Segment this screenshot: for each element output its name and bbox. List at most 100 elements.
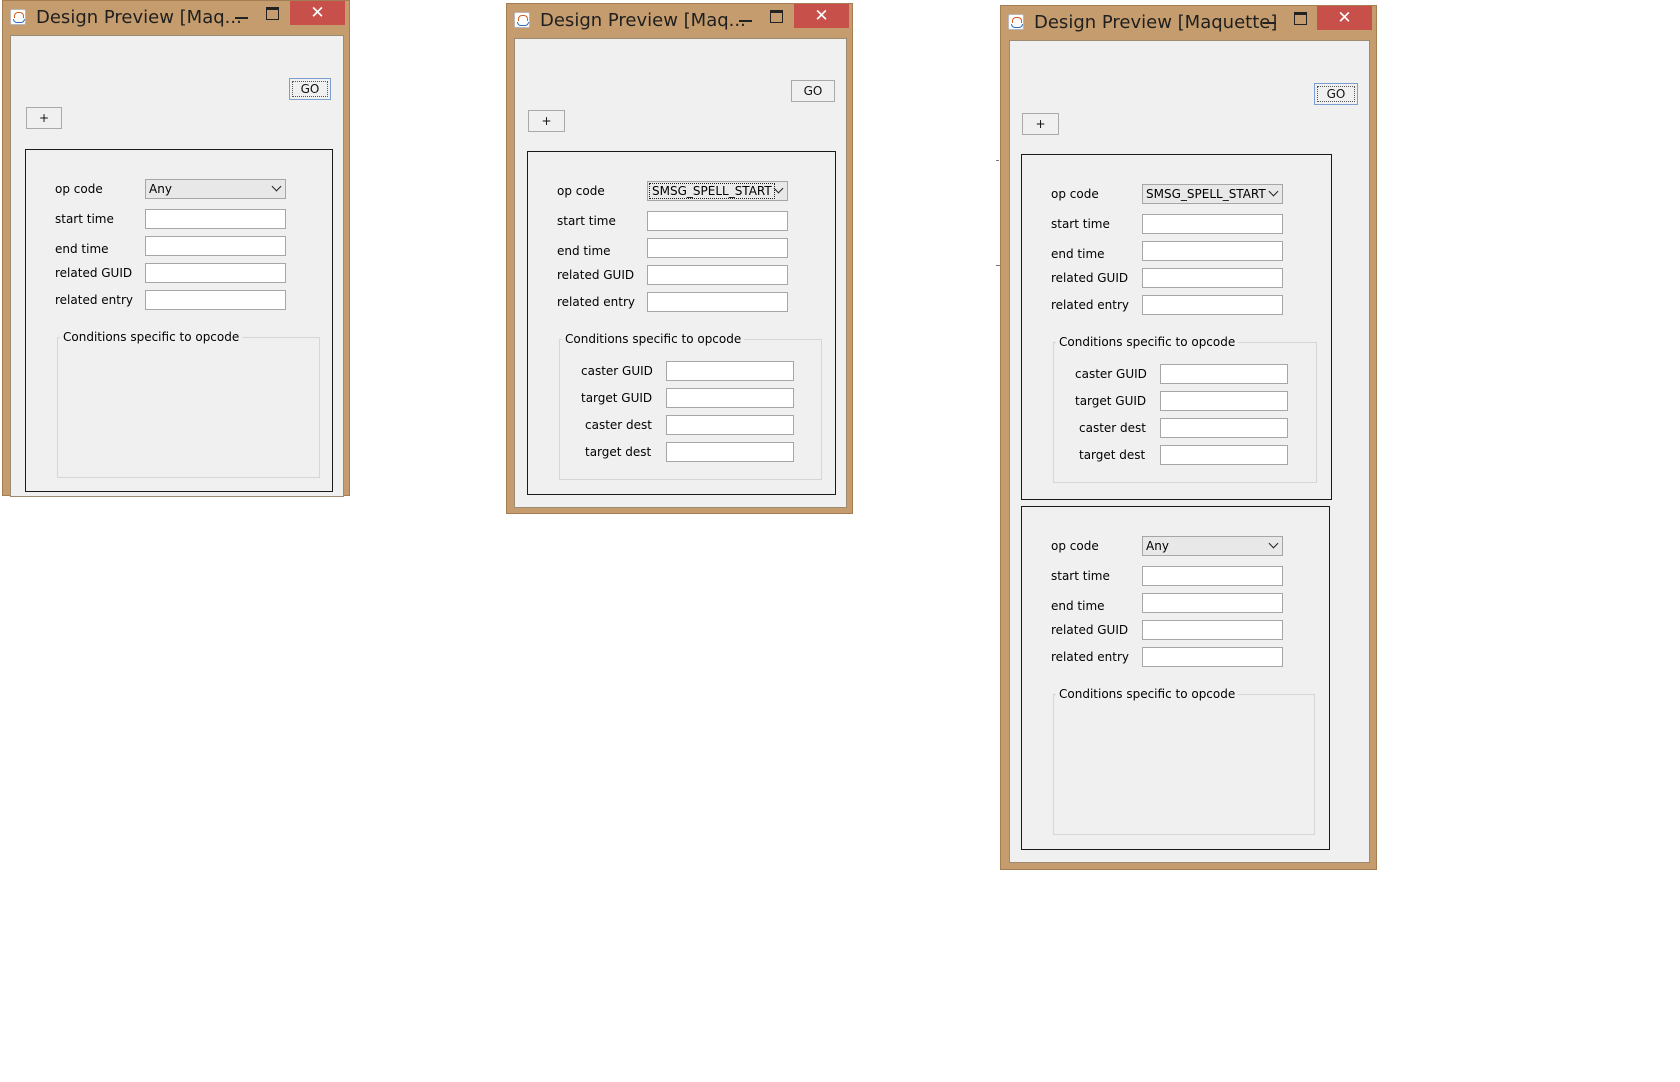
end-time-field[interactable] [145,236,286,256]
related-entry-label: related entry [1051,298,1129,312]
design-preview-window-2: Design Preview [Maq... ✕ GO + op code SM… [506,3,853,514]
window-content: GO + op code SMSG_SPELL_START start time… [514,38,847,508]
minimize-icon[interactable] [729,4,761,28]
minimize-icon[interactable] [225,1,257,25]
op-code-value: SMSG_SPELL_START [649,183,775,199]
go-button[interactable]: GO [791,80,835,102]
title-bar[interactable]: Design Preview [Maq... ✕ [507,4,852,36]
conditions-title: Conditions specific to opcode [562,332,745,346]
design-preview-window-1: Design Preview [Maq... ✕ GO + op code An… [2,0,350,497]
start-time-field[interactable] [1142,214,1283,234]
op-code-label: op code [1051,539,1099,553]
related-entry-field[interactable] [1142,295,1283,315]
java-app-icon [514,12,530,28]
op-code-label: op code [1051,187,1099,201]
start-time-label: start time [557,214,616,228]
filter-panel: op code SMSG_SPELL_START start time end … [527,151,836,495]
end-time-label: end time [1051,599,1105,613]
add-filter-button[interactable]: + [1022,113,1059,135]
op-code-select[interactable]: Any [145,179,286,199]
minimize-icon[interactable] [1253,6,1285,30]
related-entry-field[interactable] [647,292,788,312]
chevron-down-icon [1268,186,1279,197]
start-time-label: start time [1051,217,1110,231]
target-guid-field[interactable] [666,388,794,408]
target-guid-label: target GUID [581,391,653,405]
caster-dest-label: caster dest [585,418,652,432]
related-entry-field[interactable] [1142,647,1283,667]
related-guid-label: related GUID [55,266,133,280]
target-guid-field[interactable] [1160,391,1288,411]
target-dest-label: target dest [1079,448,1146,462]
filter-panel: op code Any start time end time related … [25,149,333,492]
design-preview-window-3: Design Preview [Maquette] ✕ GO + op code… [1000,5,1377,870]
start-time-field[interactable] [1142,566,1283,586]
maximize-icon[interactable] [257,1,289,25]
title-bar[interactable]: Design Preview [Maq... ✕ [3,1,349,33]
op-code-label: op code [557,184,605,198]
filter-panel: op code SMSG_SPELL_START start time end … [1021,154,1332,500]
conditions-group [1053,694,1315,835]
end-time-field[interactable] [1142,241,1283,261]
target-guid-label: target GUID [1075,394,1147,408]
window-title: Design Preview [Maquette] [1034,12,1278,33]
title-bar[interactable]: Design Preview [Maquette] ✕ [1001,6,1376,38]
caster-dest-label: caster dest [1079,421,1146,435]
chevron-down-icon [1268,538,1279,549]
caster-guid-field[interactable] [1160,364,1288,384]
end-time-field[interactable] [1142,593,1283,613]
target-dest-field[interactable] [666,442,794,462]
op-code-value: Any [1146,539,1169,553]
window-content: GO + op code Any start time end time rel… [10,35,344,497]
caster-dest-field[interactable] [1160,418,1288,438]
related-guid-field[interactable] [145,263,286,283]
filter-panel: op code Any start time end time related … [1021,506,1330,850]
chevron-down-icon [773,183,784,194]
related-entry-field[interactable] [145,290,286,310]
caster-dest-field[interactable] [666,415,794,435]
go-button[interactable]: GO [289,78,331,100]
conditions-group [57,337,320,478]
target-dest-field[interactable] [1160,445,1288,465]
close-icon[interactable]: ✕ [794,4,849,28]
background-artifact [996,160,999,161]
op-code-select[interactable]: SMSG_SPELL_START [647,181,788,201]
go-button[interactable]: GO [1314,83,1358,105]
related-guid-field[interactable] [1142,620,1283,640]
chevron-down-icon [271,181,282,192]
java-app-icon [1008,14,1024,30]
related-guid-label: related GUID [1051,271,1129,285]
java-app-icon [10,9,26,25]
op-code-label: op code [55,182,103,196]
maximize-icon[interactable] [761,4,793,28]
caster-guid-label: caster GUID [1075,367,1147,381]
end-time-label: end time [557,244,611,258]
op-code-value: Any [149,182,172,196]
related-guid-label: related GUID [1051,623,1129,637]
caster-guid-field[interactable] [666,361,794,381]
conditions-title: Conditions specific to opcode [1056,335,1239,349]
window-content: GO + op code SMSG_SPELL_START start time… [1009,40,1370,863]
op-code-select[interactable]: SMSG_SPELL_START [1142,184,1283,204]
op-code-value: SMSG_SPELL_START [1146,187,1266,201]
end-time-field[interactable] [647,238,788,258]
close-icon[interactable]: ✕ [1317,6,1372,30]
start-time-label: start time [1051,569,1110,583]
end-time-label: end time [55,242,109,256]
related-entry-label: related entry [1051,650,1129,664]
caster-guid-label: caster GUID [581,364,653,378]
target-dest-label: target dest [585,445,652,459]
conditions-title: Conditions specific to opcode [60,330,243,344]
close-icon[interactable]: ✕ [290,1,345,25]
maximize-icon[interactable] [1285,6,1317,30]
add-filter-button[interactable]: + [26,107,62,129]
related-entry-label: related entry [557,295,635,309]
add-filter-button[interactable]: + [528,110,565,132]
start-time-label: start time [55,212,114,226]
start-time-field[interactable] [647,211,788,231]
start-time-field[interactable] [145,209,286,229]
related-guid-field[interactable] [647,265,788,285]
op-code-select[interactable]: Any [1142,536,1283,556]
end-time-label: end time [1051,247,1105,261]
related-guid-field[interactable] [1142,268,1283,288]
